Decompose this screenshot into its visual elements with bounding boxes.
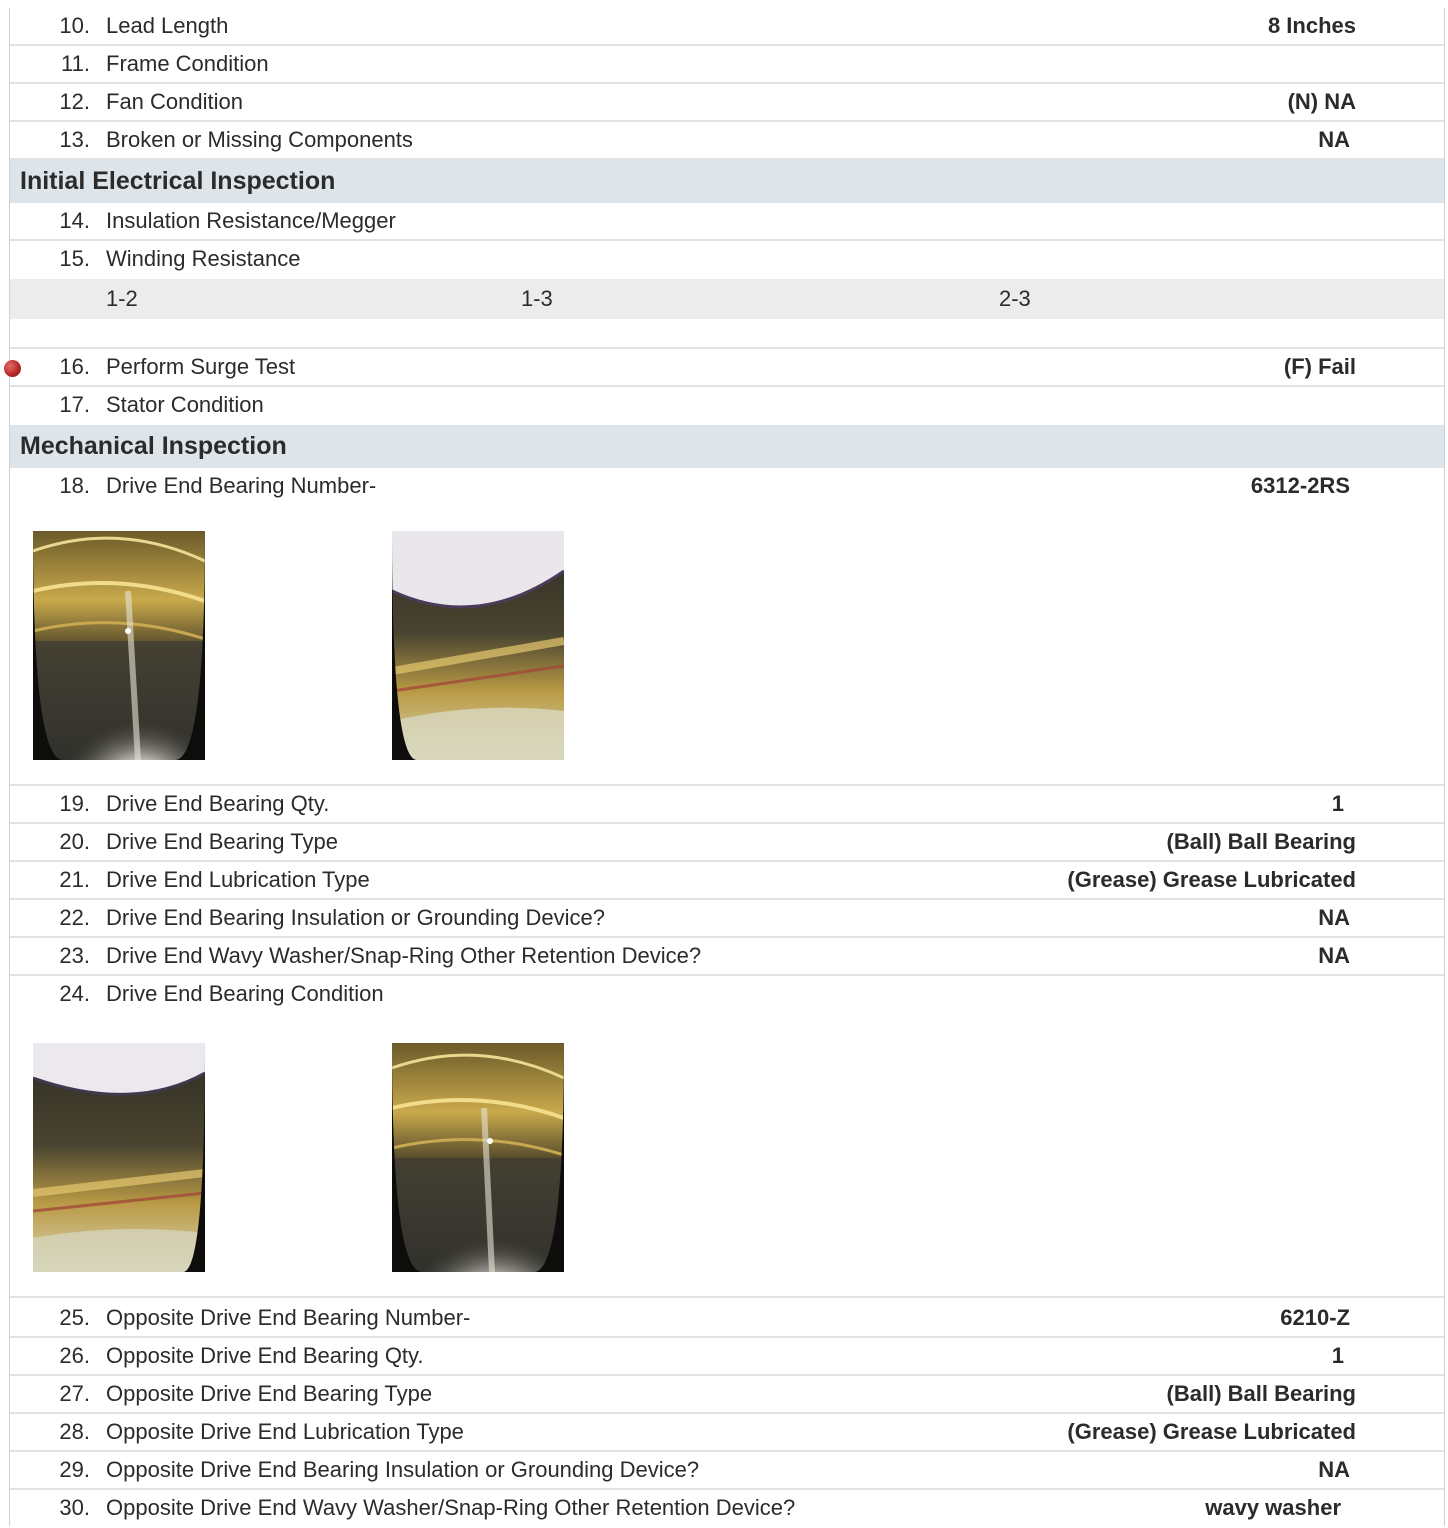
- item-number: 12.: [59, 89, 90, 114]
- item-number: 17.: [59, 392, 90, 417]
- item-value: NA: [1318, 905, 1350, 930]
- item-row-de-bearing-number: 18. Drive End Bearing Number- 6312-2RS: [10, 468, 1444, 504]
- item-label: Drive End Lubrication Type: [106, 867, 370, 892]
- item-label: Opposite Drive End Wavy Washer/Snap-Ring…: [106, 1495, 796, 1520]
- item-label: Frame Condition: [106, 51, 269, 76]
- item-row-fan-condition: 12. Fan Condition (N) NA: [10, 84, 1444, 122]
- item-label: Winding Resistance: [106, 246, 301, 271]
- item-number: 18.: [59, 473, 90, 498]
- item-number: 22.: [59, 905, 90, 930]
- item-label: Broken or Missing Components: [106, 127, 413, 152]
- item-number: 11.: [61, 51, 90, 76]
- item-number: 13.: [59, 127, 90, 152]
- section-header-electrical: Initial Electrical Inspection: [10, 160, 1444, 203]
- item-number: 24.: [59, 981, 90, 1006]
- item-value: (N) NA: [1287, 89, 1356, 114]
- winding-col-1-3: 1-3: [521, 286, 553, 311]
- item-value: NA: [1318, 127, 1350, 152]
- item-value: 8 Inches: [1267, 13, 1356, 38]
- bearing-photo[interactable]: [33, 1043, 205, 1272]
- item-number: 28.: [59, 1419, 90, 1444]
- item-value: 6210-Z: [1280, 1305, 1350, 1330]
- bearing-photo[interactable]: [392, 531, 564, 760]
- item-row-de-insulation: 22. Drive End Bearing Insulation or Grou…: [10, 900, 1444, 938]
- item-label: Drive End Bearing Type: [106, 829, 338, 854]
- item-number: 15.: [59, 246, 90, 271]
- item-row-ode-lubrication-type: 28. Opposite Drive End Lubrication Type …: [10, 1414, 1444, 1452]
- item-label: Opposite Drive End Bearing Number-: [106, 1305, 471, 1330]
- winding-col-1-2: 1-2: [106, 286, 138, 311]
- item-number: 29.: [59, 1457, 90, 1482]
- item-label: Opposite Drive End Bearing Insulation or…: [106, 1457, 700, 1482]
- item-value: (Ball) Ball Bearing: [1166, 1381, 1356, 1406]
- item-row-insulation-resistance: 14. Insulation Resistance/Megger: [10, 203, 1444, 241]
- item-row-winding-resistance: 15. Winding Resistance: [10, 241, 1444, 279]
- item-label: Insulation Resistance/Megger: [106, 208, 396, 233]
- item-row-de-lubrication-type: 21. Drive End Lubrication Type (Grease) …: [10, 862, 1444, 900]
- item-row-stator-condition: 17. Stator Condition: [10, 387, 1444, 425]
- winding-col-2-3: 2-3: [999, 286, 1031, 311]
- section-header-mechanical: Mechanical Inspection: [10, 425, 1444, 468]
- winding-resistance-columns: 1-2 1-3 2-3: [10, 279, 1444, 319]
- de-bearing-number-photos: [10, 504, 1444, 786]
- item-label: Perform Surge Test: [106, 354, 296, 379]
- item-number: 23.: [59, 943, 90, 968]
- item-row-ode-insulation: 29. Opposite Drive End Bearing Insulatio…: [10, 1452, 1444, 1490]
- item-value: (F) Fail: [1283, 354, 1356, 379]
- item-label: Drive End Bearing Insulation or Groundin…: [106, 905, 605, 930]
- item-row-lead-length: 10. Lead Length 8 Inches: [10, 8, 1444, 46]
- item-value: (Grease) Grease Lubricated: [1067, 867, 1356, 892]
- item-label: Fan Condition: [106, 89, 243, 114]
- bearing-photo[interactable]: [33, 531, 205, 760]
- item-row-broken-components: 13. Broken or Missing Components NA: [10, 122, 1444, 160]
- item-row-de-bearing-qty: 19. Drive End Bearing Qty. 1: [10, 786, 1444, 824]
- section-title: Mechanical Inspection: [20, 432, 287, 460]
- item-label: Opposite Drive End Lubrication Type: [106, 1419, 464, 1444]
- item-value: (Grease) Grease Lubricated: [1067, 1419, 1356, 1444]
- item-row-surge-test: 16. Perform Surge Test (F) Fail: [4, 349, 1444, 387]
- item-value: 1: [1331, 1343, 1344, 1368]
- item-number: 19.: [59, 791, 90, 816]
- item-label: Opposite Drive End Bearing Type: [106, 1381, 433, 1406]
- item-label: Lead Length: [106, 13, 229, 38]
- item-row-de-bearing-type: 20. Drive End Bearing Type (Ball) Ball B…: [10, 824, 1444, 862]
- fail-indicator-icon: [4, 360, 21, 377]
- item-number: 21.: [59, 867, 90, 892]
- item-value: NA: [1318, 943, 1350, 968]
- item-row-ode-bearing-qty: 26. Opposite Drive End Bearing Qty. 1: [10, 1338, 1444, 1376]
- item-number: 16.: [59, 354, 90, 379]
- item-value: (Ball) Ball Bearing: [1166, 829, 1356, 854]
- item-value: NA: [1318, 1457, 1350, 1482]
- item-number: 10.: [59, 13, 90, 38]
- item-number: 20.: [59, 829, 90, 854]
- item-value: 1: [1331, 791, 1344, 816]
- item-number: 14.: [59, 208, 90, 233]
- item-row-frame-condition: 11. Frame Condition: [10, 46, 1444, 84]
- item-label: Drive End Bearing Qty.: [106, 791, 330, 816]
- item-value: wavy washer: [1205, 1495, 1341, 1520]
- de-bearing-condition-photos: [10, 1012, 1444, 1298]
- item-value: 6312-2RS: [1250, 473, 1350, 498]
- item-label: Opposite Drive End Bearing Qty.: [106, 1343, 424, 1368]
- item-number: 27.: [59, 1381, 90, 1406]
- item-label: Drive End Bearing Number-: [106, 473, 377, 498]
- inspection-sheet: 10. Lead Length 8 Inches 11. Frame Condi…: [4, 8, 1445, 1528]
- item-number: 26.: [59, 1343, 90, 1368]
- bearing-photo[interactable]: [392, 1043, 564, 1272]
- winding-resistance-values: [10, 319, 1444, 349]
- item-row-de-bearing-condition: 24. Drive End Bearing Condition: [10, 976, 1444, 1012]
- item-number: 30.: [59, 1495, 90, 1520]
- section-title: Initial Electrical Inspection: [20, 167, 336, 195]
- item-label: Stator Condition: [106, 392, 264, 417]
- item-label: Drive End Bearing Condition: [106, 981, 384, 1006]
- item-label: Drive End Wavy Washer/Snap-Ring Other Re…: [106, 943, 702, 968]
- item-row-ode-retention-device: 30. Opposite Drive End Wavy Washer/Snap-…: [10, 1490, 1444, 1528]
- item-row-ode-bearing-number: 25. Opposite Drive End Bearing Number- 6…: [10, 1300, 1444, 1338]
- item-row-de-retention-device: 23. Drive End Wavy Washer/Snap-Ring Othe…: [10, 938, 1444, 976]
- item-row-ode-bearing-type: 27. Opposite Drive End Bearing Type (Bal…: [10, 1376, 1444, 1414]
- item-number: 25.: [59, 1305, 90, 1330]
